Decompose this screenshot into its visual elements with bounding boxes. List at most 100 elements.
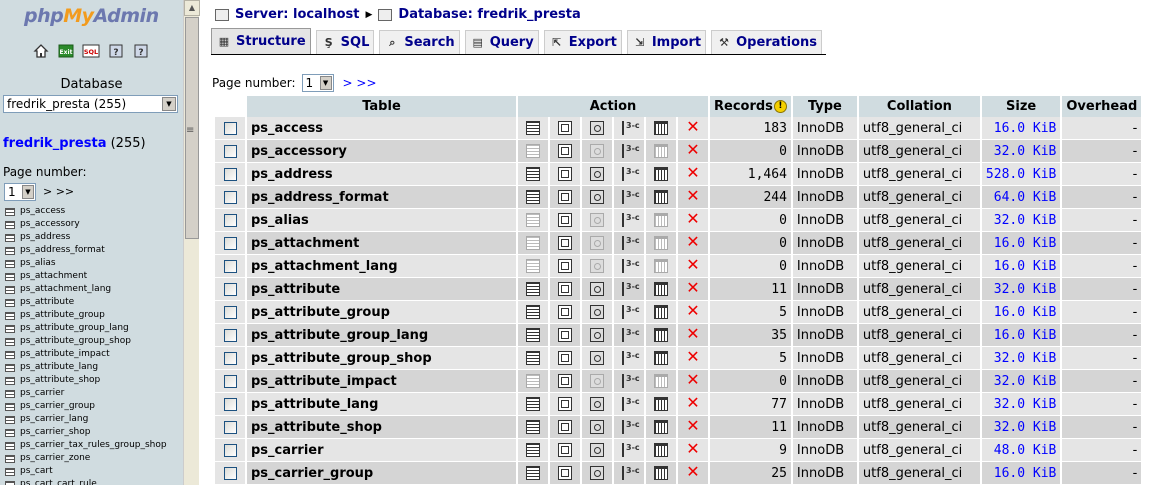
table-name-link[interactable]: ps_address	[251, 167, 333, 182]
left-table-item[interactable]: ps_carrier	[5, 387, 167, 400]
table-name-link[interactable]: ps_attribute_group_lang	[251, 328, 428, 343]
browse-icon[interactable]	[526, 190, 540, 204]
left-table-item[interactable]: ps_attribute	[5, 296, 167, 309]
drop-icon[interactable]: ✕	[686, 370, 699, 389]
left-table-link[interactable]: ps_attribute_impact	[20, 348, 110, 361]
empty-icon[interactable]	[654, 190, 668, 204]
search-icon[interactable]	[590, 420, 604, 434]
left-table-link[interactable]: ps_access	[20, 205, 65, 218]
left-table-item[interactable]: ps_address_format	[5, 244, 167, 257]
left-table-link[interactable]: ps_attribute_group_lang	[20, 322, 129, 335]
row-checkbox[interactable]	[223, 167, 237, 181]
left-table-link[interactable]: ps_address_format	[20, 244, 105, 257]
search-icon[interactable]	[590, 305, 604, 319]
search-icon[interactable]	[590, 397, 604, 411]
left-table-item[interactable]: ps_attribute_group_lang	[5, 322, 167, 335]
left-table-item[interactable]: ps_carrier_group	[5, 400, 167, 413]
header-collation[interactable]: Collation	[858, 96, 980, 117]
table-icon[interactable]	[5, 454, 15, 463]
table-name-link[interactable]: ps_attachment_lang	[251, 259, 398, 274]
browse-icon[interactable]	[526, 466, 540, 480]
search-icon[interactable]	[590, 351, 604, 365]
page-number-select[interactable]: 1 ▼	[301, 74, 334, 92]
table-icon[interactable]	[5, 207, 15, 216]
empty-icon[interactable]	[654, 121, 668, 135]
table-name-link[interactable]: ps_address_format	[251, 190, 389, 205]
left-table-item[interactable]: ps_carrier_zone	[5, 452, 167, 465]
empty-icon[interactable]	[654, 259, 668, 273]
table-icon[interactable]	[5, 311, 15, 320]
table-icon[interactable]	[5, 428, 15, 437]
search-icon[interactable]	[590, 190, 604, 204]
row-checkbox[interactable]	[223, 236, 237, 250]
structure-icon[interactable]	[558, 466, 572, 480]
row-checkbox[interactable]	[223, 144, 237, 158]
left-table-link[interactable]: ps_accessory	[20, 218, 80, 231]
row-checkbox[interactable]	[223, 443, 237, 457]
table-name-link[interactable]: ps_attribute_group_shop	[251, 351, 432, 366]
table-name-link[interactable]: ps_attribute_shop	[251, 420, 382, 435]
left-page-number-select[interactable]: 1 ▼	[4, 183, 36, 201]
tab-structure[interactable]: ▦ Structure	[211, 28, 311, 54]
database-select[interactable]: fredrik_presta (255) ▼	[3, 95, 178, 113]
page-next-link[interactable]: > >>	[343, 76, 377, 90]
row-checkbox[interactable]	[223, 190, 237, 204]
row-checkbox[interactable]	[223, 420, 237, 434]
empty-icon[interactable]	[654, 443, 668, 457]
table-icon[interactable]	[5, 376, 15, 385]
left-table-item[interactable]: ps_cart	[5, 465, 167, 478]
empty-icon[interactable]	[654, 305, 668, 319]
left-table-link[interactable]: ps_attribute_group_shop	[20, 335, 131, 348]
search-icon[interactable]	[590, 328, 604, 342]
table-name-link[interactable]: ps_attribute	[251, 282, 340, 297]
insert-icon[interactable]	[622, 443, 640, 457]
left-table-link[interactable]: ps_carrier_group	[20, 400, 95, 413]
insert-icon[interactable]	[622, 466, 640, 480]
insert-icon[interactable]	[622, 121, 640, 135]
row-checkbox[interactable]	[223, 374, 237, 388]
chevron-down-icon[interactable]: ▼	[162, 97, 176, 111]
structure-icon[interactable]	[558, 374, 572, 388]
table-icon[interactable]	[5, 415, 15, 424]
exit-icon[interactable]: Exit	[57, 42, 75, 60]
structure-icon[interactable]	[558, 443, 572, 457]
table-icon[interactable]	[5, 402, 15, 411]
structure-icon[interactable]	[558, 167, 572, 181]
left-table-link[interactable]: ps_attachment_lang	[20, 283, 111, 296]
table-icon[interactable]	[5, 389, 15, 398]
insert-icon[interactable]	[622, 236, 640, 250]
table-icon[interactable]	[5, 220, 15, 229]
header-overhead[interactable]: Overhead	[1062, 96, 1142, 117]
table-icon[interactable]	[5, 350, 15, 359]
table-icon[interactable]	[5, 467, 15, 476]
insert-icon[interactable]	[622, 397, 640, 411]
row-checkbox[interactable]	[223, 351, 237, 365]
left-table-link[interactable]: ps_cart	[20, 465, 53, 478]
empty-icon[interactable]	[654, 213, 668, 227]
header-size[interactable]: Size	[981, 96, 1061, 117]
browse-icon[interactable]	[526, 351, 540, 365]
header-table[interactable]: Table	[247, 96, 516, 117]
row-checkbox[interactable]	[223, 213, 237, 227]
left-table-link[interactable]: ps_carrier	[20, 387, 64, 400]
left-table-item[interactable]: ps_attachment_lang	[5, 283, 167, 296]
browse-icon[interactable]	[526, 121, 540, 135]
left-table-item[interactable]: ps_alias	[5, 257, 167, 270]
left-table-link[interactable]: ps_attribute_lang	[20, 361, 98, 374]
left-table-item[interactable]: ps_attribute_shop	[5, 374, 167, 387]
empty-icon[interactable]	[654, 374, 668, 388]
empty-icon[interactable]	[654, 466, 668, 480]
chevron-down-icon[interactable]: ▼	[22, 185, 34, 199]
table-name-link[interactable]: ps_alias	[251, 213, 309, 228]
drop-icon[interactable]: ✕	[686, 255, 699, 274]
left-table-link[interactable]: ps_attribute	[20, 296, 74, 309]
breadcrumb-database-link[interactable]: Database: fredrik_presta	[398, 7, 580, 22]
tab-operations[interactable]: ⚒ Operations	[711, 30, 823, 54]
structure-icon[interactable]	[558, 213, 572, 227]
search-icon[interactable]	[590, 282, 604, 296]
table-name-link[interactable]: ps_attribute_lang	[251, 397, 379, 412]
left-table-item[interactable]: ps_cart_cart_rule	[5, 478, 167, 485]
browse-icon[interactable]	[526, 213, 540, 227]
drop-icon[interactable]: ✕	[686, 347, 699, 366]
insert-icon[interactable]	[622, 420, 640, 434]
